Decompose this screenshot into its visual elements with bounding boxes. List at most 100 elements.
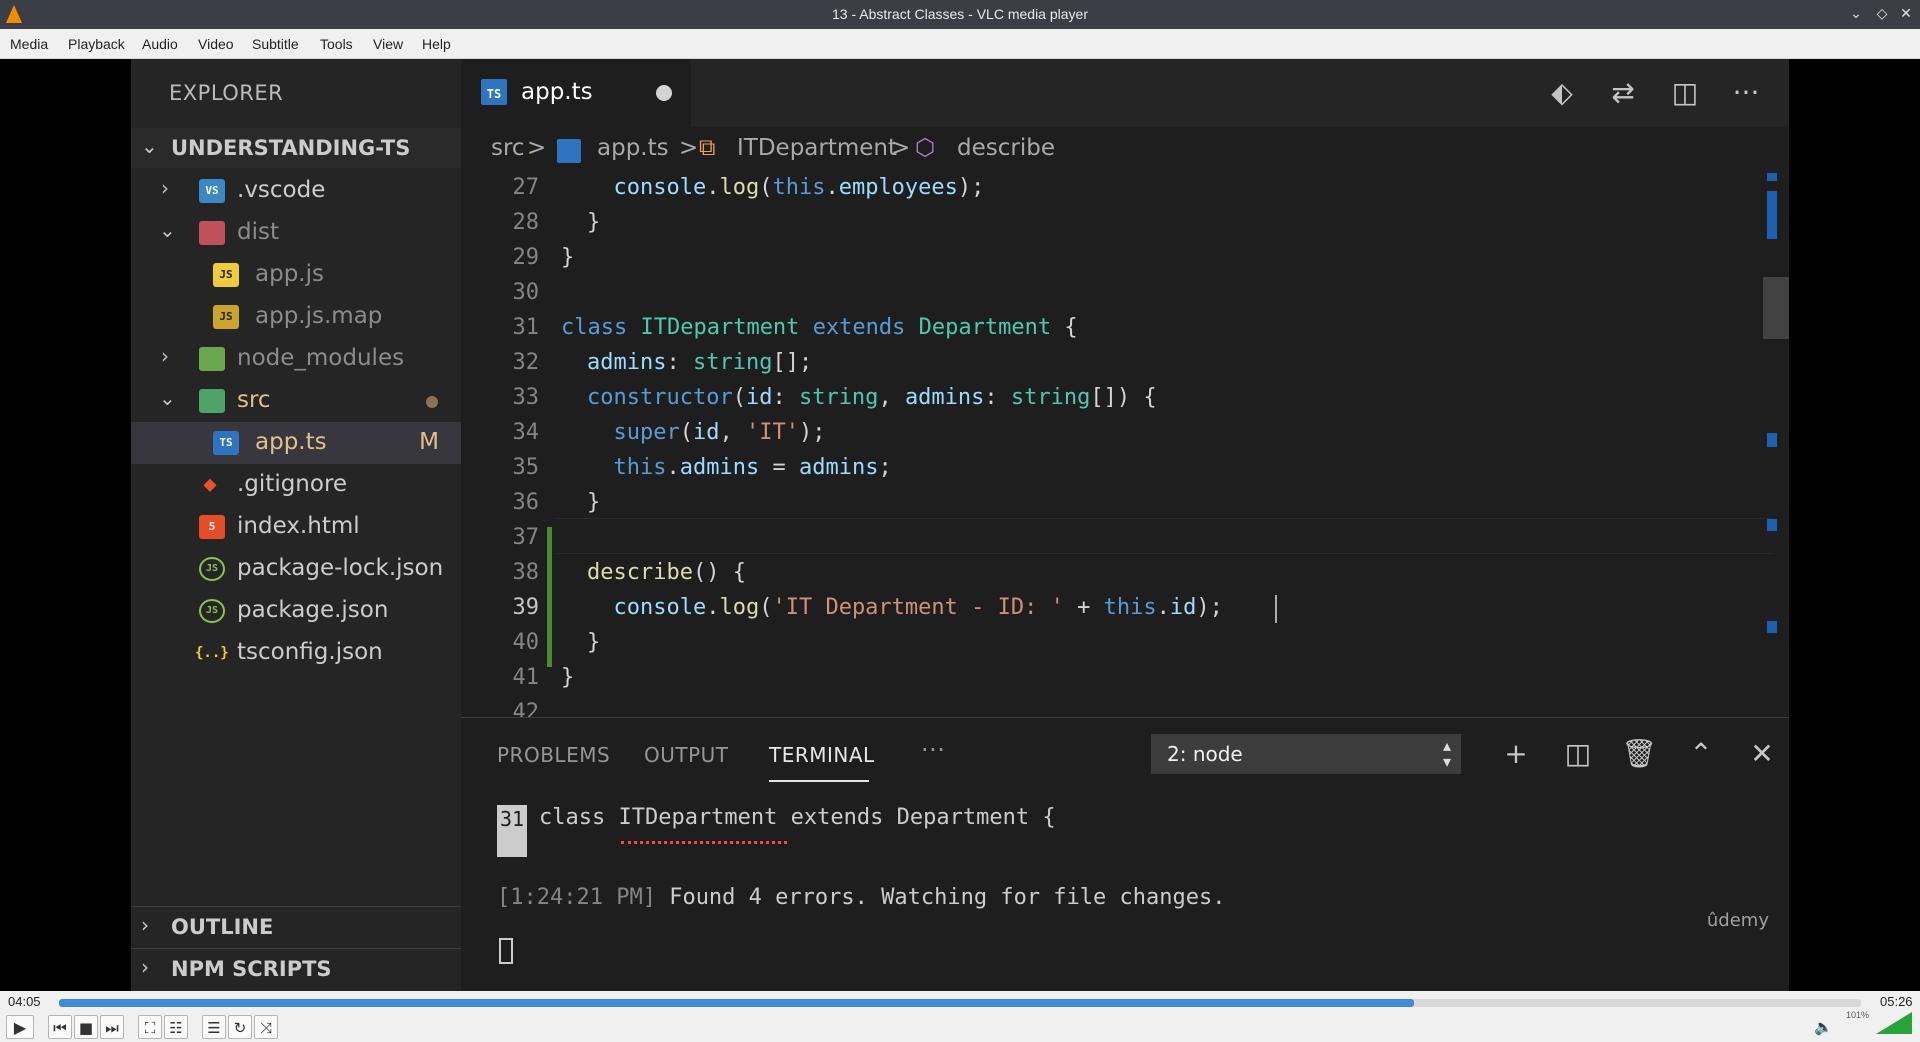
elapsed-time[interactable]: 04:05 [8,994,41,1009]
tab-label: app.ts [521,79,593,105]
speaker-icon[interactable]: 🔈 [1814,1018,1833,1036]
menu-help[interactable]: Help [422,36,451,52]
new-terminal-icon[interactable]: + [1496,734,1536,774]
tree-item-app-js[interactable]: JS app.js [131,254,461,296]
terminal-cursor [499,938,513,964]
extended-settings-icon[interactable]: ☷ [164,1015,188,1039]
player-controls: 04:05 05:26 ▶ ⏮ ■ ⏭ ⛶ ☷ ☰ ↻ ⤨ 🔈 101% [0,991,1920,1042]
tree-item-src[interactable]: ⌄ src [131,380,461,422]
menu-playback[interactable]: Playback [68,36,125,52]
more-actions-icon[interactable]: ··· [1726,73,1766,113]
shuffle-icon[interactable]: ⤨ [254,1015,278,1039]
code-text: console.log('IT Department - ID: ' + thi… [613,595,1223,620]
code-line: 38 describe() { [461,556,1789,591]
line-number: 39 [512,595,540,620]
restore-icon[interactable]: ◇ [1872,4,1892,24]
code-text: super(id, 'IT'); [613,420,826,445]
playlist-icon[interactable]: ☰ [202,1015,226,1039]
tab-terminal[interactable]: TERMINAL [769,743,875,767]
menu-video[interactable]: Video [198,36,234,52]
git-compare-icon[interactable]: ⬖ [1542,73,1582,113]
line-number: 38 [512,560,540,585]
vscode-window: EXPLORER ⌄ UNDERSTANDING-TS › VS .vscode… [131,59,1789,991]
npm-scripts-label: NPM SCRIPTS [171,957,332,981]
npm-scripts-section[interactable]: › NPM SCRIPTS [131,948,461,988]
unsaved-dot-icon[interactable] [656,85,672,101]
html5-icon: 5 [199,515,225,539]
menu-view[interactable]: View [373,36,403,52]
tab-problems[interactable]: PROBLEMS [497,743,610,767]
code-line-current: 39 console.log('IT Department - ID: ' + … [461,591,1789,626]
breadcrumb-file[interactable]: app.ts [597,135,669,161]
menu-subtitle[interactable]: Subtitle [252,36,299,52]
chevron-up-icon[interactable]: ⌃ [1681,734,1721,774]
menu-tools[interactable]: Tools [320,36,353,52]
tree-item-app-ts[interactable]: TS app.ts M [131,422,461,464]
trash-icon[interactable]: 🗑 [1619,734,1659,774]
code-line: 42 [461,696,1789,717]
overview-ruler[interactable] [1759,171,1789,717]
stop-icon[interactable]: ■ [74,1015,98,1039]
explorer-title: EXPLORER [169,81,284,105]
tree-item-dist[interactable]: ⌄ dist [131,212,461,254]
tree-item-tsconfig[interactable]: {..} tsconfig.json [131,632,461,674]
code-text: } [561,665,575,690]
previous-icon[interactable]: ⏮ [48,1015,72,1039]
next-icon[interactable]: ⏭ [100,1015,124,1039]
line-number: 40 [512,630,540,655]
js-map-file-icon: JS [213,305,239,329]
code-line: 30 [461,276,1789,311]
minimize-icon[interactable]: ⌄ [1846,4,1866,24]
close-panel-icon[interactable]: ✕ [1742,734,1782,774]
seek-bar[interactable] [59,999,1861,1007]
total-time[interactable]: 05:26 [1880,994,1913,1009]
volume-percent: 101% [1846,1010,1870,1020]
split-terminal-icon[interactable]: ◫ [1558,734,1598,774]
outline-section[interactable]: › OUTLINE [131,906,461,946]
change-marker [1767,191,1777,239]
menu-media[interactable]: Media [10,36,48,52]
tree-item-gitignore[interactable]: ◆ .gitignore [131,464,461,506]
breadcrumb-method[interactable]: describe [957,135,1055,161]
scrollbar-thumb[interactable] [1763,277,1789,339]
tab-output[interactable]: OUTPUT [644,743,729,767]
close-window-icon[interactable]: ✕ [1896,4,1916,24]
split-editor-icon[interactable]: ◫ [1665,73,1705,113]
breadcrumb-class[interactable]: ITDepartment [737,135,897,161]
tree-item-package-lock[interactable]: JS package-lock.json [131,548,461,590]
code-editor[interactable]: 27 console.log(this.employees); 28 } 29 … [461,171,1789,717]
terminal-select[interactable]: 2: node ▴ ▾ [1151,734,1461,774]
menu-audio[interactable]: Audio [142,36,178,52]
code-line: 37 [461,521,1789,556]
video-area[interactable]: EXPLORER ⌄ UNDERSTANDING-TS › VS .vscode… [0,59,1920,991]
breadcrumb-src[interactable]: src [491,135,525,161]
tree-item-app-js-map[interactable]: JS app.js.map [131,296,461,338]
more-panels-icon[interactable]: ··· [921,736,945,764]
tree-item-index-html[interactable]: 5 index.html [131,506,461,548]
open-changes-icon[interactable]: ⇄ [1603,73,1643,113]
tree-item-node-modules[interactable]: › node_modules [131,338,461,380]
js-file-icon: JS [213,263,239,287]
seek-progress [59,999,1415,1007]
tree-item-package-json[interactable]: JS package.json [131,590,461,632]
tree-item-label: app.ts [255,429,327,455]
tree-item-label: tsconfig.json [237,639,383,665]
volume-slider[interactable] [1876,1012,1912,1034]
json-braces-icon: {..} [195,645,229,661]
tree-item-label: dist [237,219,279,245]
line-number: 42 [512,700,540,717]
fullscreen-icon[interactable]: ⛶ [138,1015,162,1039]
modified-badge: M [419,429,439,455]
tab-app-ts[interactable]: TS app.ts [461,59,691,127]
modified-dot-icon [426,396,438,408]
project-header[interactable]: ⌄ UNDERSTANDING-TS [131,128,461,168]
code-text: this.admins = admins; [613,455,892,480]
play-icon[interactable]: ▶ [6,1015,34,1039]
code-text: console.log(this.employees); [613,175,985,200]
code-text: } [587,210,601,235]
loop-icon[interactable]: ↻ [228,1015,252,1039]
terminal-select-value: 2: node [1167,742,1243,766]
tree-item-vscode[interactable]: › VS .vscode [131,170,461,212]
breadcrumb-sep: > [527,135,547,161]
terminal-output[interactable]: 31 class ITDepartment extends Department… [461,798,1789,991]
